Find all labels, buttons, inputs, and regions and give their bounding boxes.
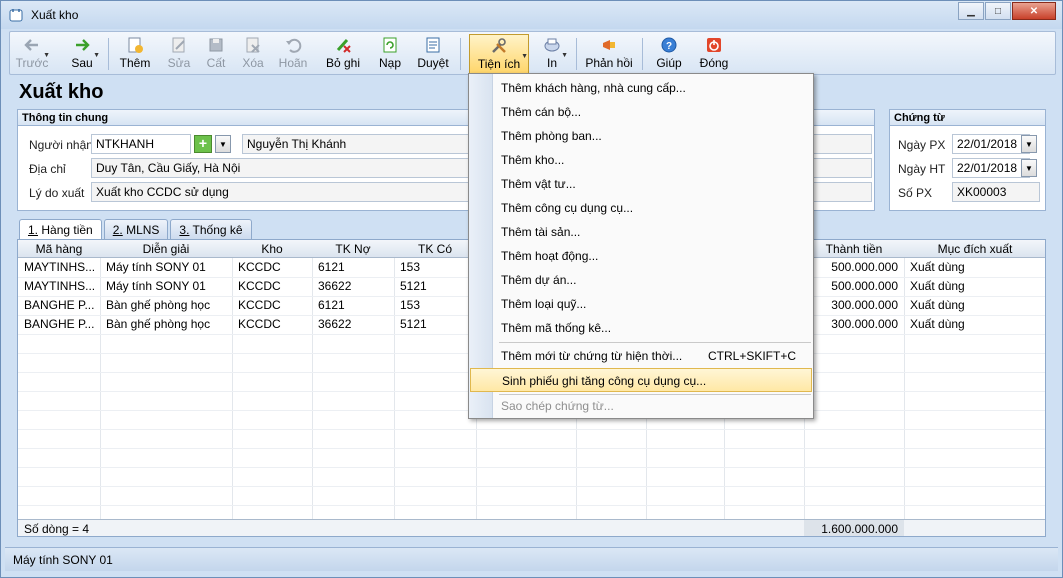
menu-item-add-material[interactable]: Thêm vật tư... bbox=[470, 172, 812, 196]
chevron-down-icon: ▼ bbox=[1025, 139, 1033, 149]
toolbar-close-button[interactable]: Đóng bbox=[696, 34, 732, 74]
menu-item-add-asset[interactable]: Thêm tài sản... bbox=[470, 220, 812, 244]
chevron-down-icon: ▼ bbox=[561, 52, 568, 59]
close-button[interactable]: ✕ bbox=[1012, 2, 1056, 20]
title-bar: Xuất kho ▁ □ ✕ bbox=[1, 1, 1062, 29]
unpost-icon bbox=[336, 38, 351, 53]
toolbar-unpost-button[interactable]: Bỏ ghi bbox=[324, 34, 362, 74]
col-dien-giai[interactable]: Diễn giải bbox=[100, 242, 232, 256]
chevron-down-icon: ▼ bbox=[93, 52, 100, 59]
app-icon bbox=[9, 9, 23, 22]
add-recipient-button[interactable]: + bbox=[194, 135, 212, 153]
address-label: Địa chỉ bbox=[29, 162, 66, 176]
status-bar: Máy tính SONY 01 bbox=[5, 547, 1058, 571]
save-icon bbox=[209, 38, 223, 52]
toolbar-edit-button[interactable]: Sửa bbox=[164, 34, 194, 74]
undo-icon bbox=[286, 38, 302, 53]
approve-icon bbox=[426, 37, 440, 53]
menu-shortcut: CTRL+SKIFT+C bbox=[708, 349, 797, 363]
close-power-icon bbox=[707, 38, 721, 52]
maximize-button[interactable]: □ bbox=[985, 2, 1011, 20]
arrow-left-icon bbox=[24, 39, 38, 51]
page-title: Xuất kho bbox=[19, 81, 104, 103]
toolbar-save-button[interactable]: Cất bbox=[202, 34, 230, 74]
toolbar-prev-button[interactable]: Trước ▼ bbox=[14, 34, 50, 74]
svg-text:?: ? bbox=[666, 41, 672, 52]
col-muc-dich[interactable]: Mục đích xuất bbox=[904, 242, 1045, 256]
menu-item-add-fund-type[interactable]: Thêm loại quỹ... bbox=[470, 292, 812, 316]
recipient-dropdown-button[interactable]: ▼ bbox=[215, 135, 231, 153]
toolbar-help-button[interactable]: ? Giúp bbox=[650, 34, 688, 74]
date-px-dropdown[interactable]: ▼ bbox=[1021, 135, 1037, 153]
utilities-menu: Thêm khách hàng, nhà cung cấp... Thêm cá… bbox=[468, 73, 814, 419]
toolbar: Trước ▼ Sau ▼ Thêm Sửa Cất Xóa Hoãn Bỏ g… bbox=[9, 31, 1056, 75]
menu-item-new-from-current[interactable]: Thêm mới từ chứng từ hiện thời... CTRL+S… bbox=[470, 344, 812, 368]
toolbar-feedback-button[interactable]: Phản hồi bbox=[584, 34, 634, 74]
col-kho[interactable]: Kho bbox=[232, 242, 312, 256]
chevron-down-icon: ▼ bbox=[1025, 163, 1033, 173]
toolbar-add-button[interactable]: Thêm bbox=[118, 34, 152, 74]
date-ht-label: Ngày HT bbox=[898, 162, 946, 176]
menu-item-add-department[interactable]: Thêm phòng ban... bbox=[470, 124, 812, 148]
help-icon: ? bbox=[661, 37, 677, 53]
date-ht-field[interactable]: 22/01/2018 bbox=[952, 158, 1030, 178]
menu-item-add-tool[interactable]: Thêm công cụ dụng cụ... bbox=[470, 196, 812, 220]
menu-item-add-activity[interactable]: Thêm hoạt động... bbox=[470, 244, 812, 268]
reason-label: Lý do xuất bbox=[29, 186, 85, 200]
add-doc-icon bbox=[128, 37, 143, 53]
date-ht-dropdown[interactable]: ▼ bbox=[1021, 159, 1037, 177]
chevron-down-icon: ▼ bbox=[521, 53, 528, 60]
col-tk-no[interactable]: TK Nợ bbox=[312, 242, 394, 256]
feedback-icon bbox=[603, 40, 615, 50]
toolbar-approve-button[interactable]: Duyệt bbox=[416, 34, 450, 74]
tab-mlns[interactable]: 2. MLNS bbox=[103, 219, 169, 239]
row-count: Số dòng = 4 bbox=[24, 522, 90, 536]
window: Xuất kho ▁ □ ✕ Trước ▼ Sau ▼ Thêm Sửa Cấ… bbox=[0, 0, 1063, 578]
voucher-number-field[interactable]: XK00003 bbox=[952, 182, 1040, 202]
date-px-label: Ngày PX bbox=[898, 138, 946, 152]
voucher-header: Chứng từ bbox=[890, 110, 1045, 126]
col-ma-hang[interactable]: Mã hàng bbox=[18, 242, 100, 256]
minimize-button[interactable]: ▁ bbox=[958, 2, 984, 20]
tools-icon bbox=[492, 38, 506, 53]
voucher-number-label: Số PX bbox=[898, 186, 933, 200]
tab-hang-tien[interactable]: 1. Hàng tiền bbox=[19, 219, 102, 239]
tab-thong-ke[interactable]: 3. Thống kê bbox=[170, 219, 252, 239]
menu-item-add-warehouse[interactable]: Thêm kho... bbox=[470, 148, 812, 172]
chevron-down-icon: ▼ bbox=[219, 139, 227, 149]
grid-footer: Số dòng = 4 1.600.000.000 bbox=[18, 519, 1045, 536]
toolbar-reload-button[interactable]: Nạp bbox=[376, 34, 404, 74]
toolbar-next-button[interactable]: Sau ▼ bbox=[64, 34, 100, 74]
refresh-icon bbox=[383, 37, 397, 53]
toolbar-print-button[interactable]: In ▼ bbox=[536, 34, 568, 74]
menu-item-add-customer[interactable]: Thêm khách hàng, nhà cung cấp... bbox=[470, 76, 812, 100]
print-icon bbox=[544, 38, 560, 52]
delete-icon bbox=[246, 37, 260, 53]
chevron-down-icon: ▼ bbox=[43, 52, 50, 59]
arrow-right-icon bbox=[76, 39, 90, 51]
total-amount: 1.600.000.000 bbox=[804, 520, 904, 536]
recipient-label: Người nhận bbox=[29, 138, 93, 152]
tab-bar: 1. Hàng tiền 2. MLNS 3. Thống kê bbox=[19, 219, 254, 239]
window-title: Xuất kho bbox=[31, 8, 79, 22]
toolbar-undo-button[interactable]: Hoãn bbox=[276, 34, 310, 74]
menu-item-add-stat-code[interactable]: Thêm mã thống kê... bbox=[470, 316, 812, 340]
recipient-code-field[interactable]: NTKHANH bbox=[91, 134, 191, 154]
date-px-field[interactable]: 22/01/2018 bbox=[952, 134, 1030, 154]
menu-item-generate-tool-receipt[interactable]: Sinh phiếu ghi tăng công cụ dụng cụ... bbox=[470, 368, 812, 392]
menu-item-add-staff[interactable]: Thêm cán bộ... bbox=[470, 100, 812, 124]
col-tk-co[interactable]: TK Có bbox=[394, 242, 476, 256]
voucher-group: Chứng từ Ngày PX 22/01/2018 ▼ Ngày HT 22… bbox=[889, 109, 1046, 211]
toolbar-utilities-button[interactable]: Tiện ích ▼ bbox=[469, 34, 529, 74]
status-text: Máy tính SONY 01 bbox=[13, 553, 113, 567]
toolbar-delete-button[interactable]: Xóa bbox=[238, 34, 268, 74]
menu-item-copy-voucher[interactable]: Sao chép chứng từ... bbox=[470, 394, 812, 418]
menu-item-add-project[interactable]: Thêm dự án... bbox=[470, 268, 812, 292]
menu-separator bbox=[499, 342, 811, 343]
edit-doc-icon bbox=[172, 37, 185, 53]
col-thanh-tien[interactable]: Thành tiền bbox=[804, 242, 904, 256]
